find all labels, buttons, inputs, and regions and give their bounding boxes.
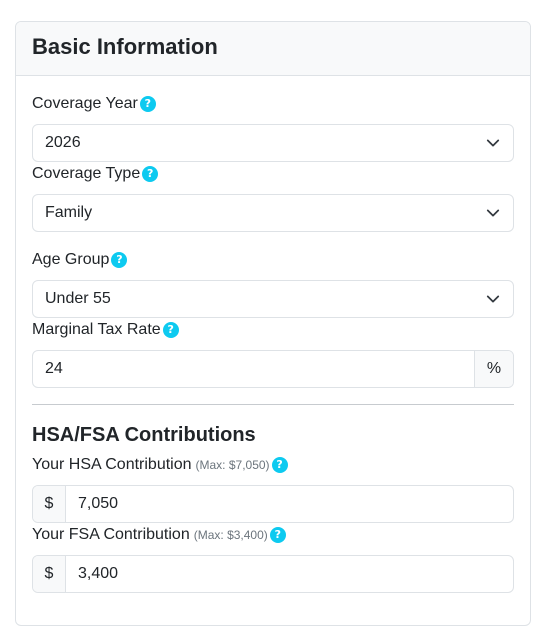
coverage-year-label: Coverage Year ?: [32, 94, 156, 114]
card-title: Basic Information: [32, 34, 218, 59]
coverage-type-select[interactable]: Family: [32, 194, 514, 232]
dollar-addon: $: [33, 486, 66, 522]
age-group-label-text: Age Group: [32, 251, 110, 268]
hsa-contribution-input-group: $ 7,050: [32, 485, 514, 523]
hsa-contribution-input[interactable]: 7,050: [66, 495, 513, 513]
age-group-value: Under 55: [45, 290, 111, 307]
question-circle-icon[interactable]: ?: [162, 322, 179, 338]
fsa-max-hint: (Max: $3,400): [193, 528, 268, 542]
question-circle-icon[interactable]: ?: [139, 96, 156, 112]
contributions-section-title: HSA/FSA Contributions: [32, 424, 256, 446]
hsa-contribution-label-text: Your HSA Contribution: [32, 456, 192, 473]
chevron-down-icon: [473, 136, 513, 150]
hsa-max-hint: (Max: $7,050): [195, 458, 270, 472]
fsa-contribution-label-text: Your FSA Contribution: [32, 526, 190, 543]
fsa-contribution-label: Your FSA Contribution (Max: $3,400) ?: [32, 525, 286, 545]
coverage-type-label-text: Coverage Type: [32, 165, 141, 182]
marginal-tax-rate-label: Marginal Tax Rate ?: [32, 320, 179, 340]
marginal-tax-rate-input-group: 24 %: [32, 350, 514, 388]
age-group-select[interactable]: Under 55: [32, 280, 514, 318]
question-circle-icon[interactable]: ?: [142, 166, 159, 182]
marginal-tax-rate-input[interactable]: 24: [33, 360, 474, 378]
question-circle-icon[interactable]: ?: [111, 252, 128, 268]
chevron-down-icon: [473, 292, 513, 306]
coverage-year-label-text: Coverage Year: [32, 95, 138, 112]
basic-information-card: Basic Information Coverage Year ? 2026 C…: [15, 21, 531, 626]
coverage-type-value: Family: [45, 204, 93, 221]
fsa-contribution-input-group: $ 3,400: [32, 555, 514, 593]
dollar-addon: $: [33, 556, 66, 592]
fsa-contribution-input[interactable]: 3,400: [66, 565, 513, 583]
question-circle-icon[interactable]: ?: [269, 527, 286, 543]
card-header: Basic Information: [16, 22, 530, 76]
marginal-tax-rate-label-text: Marginal Tax Rate: [32, 321, 161, 338]
question-circle-icon[interactable]: ?: [271, 457, 288, 473]
age-group-label: Age Group ?: [32, 250, 128, 270]
coverage-year-select[interactable]: 2026: [32, 124, 514, 162]
coverage-type-label: Coverage Type ?: [32, 164, 159, 184]
hsa-contribution-label: Your HSA Contribution (Max: $7,050) ?: [32, 455, 288, 475]
percent-addon: %: [474, 351, 513, 387]
section-divider: [32, 404, 514, 405]
chevron-down-icon: [473, 206, 513, 220]
coverage-year-value: 2026: [45, 134, 81, 151]
